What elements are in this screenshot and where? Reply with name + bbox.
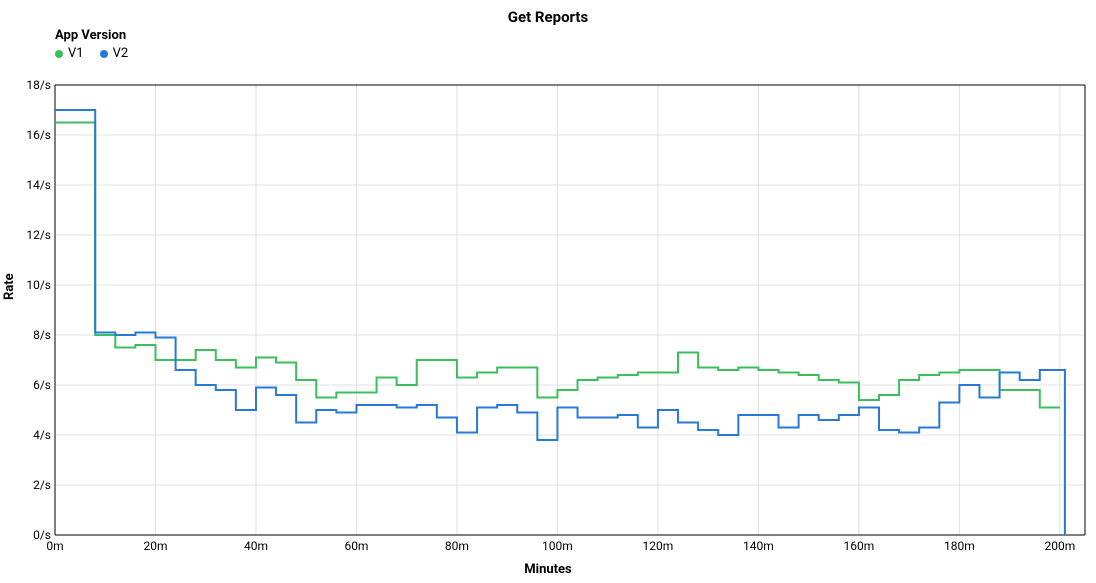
y-tick-label: 16/s — [26, 128, 51, 142]
chart-plot — [0, 0, 1096, 583]
chart-container: Get Reports App Version V1 V2 Rate Minut… — [0, 0, 1096, 583]
y-tick-label: 2/s — [33, 478, 51, 492]
y-tick-label: 10/s — [26, 278, 51, 292]
series-v2 — [55, 110, 1065, 535]
x-tick-label: 120m — [643, 539, 674, 553]
x-tick-label: 0m — [46, 539, 63, 553]
y-tick-label: 8/s — [33, 328, 51, 342]
x-tick-label: 20m — [143, 539, 167, 553]
x-tick-label: 60m — [344, 539, 368, 553]
x-tick-label: 160m — [844, 539, 875, 553]
x-tick-label: 80m — [445, 539, 469, 553]
x-tick-label: 40m — [244, 539, 268, 553]
y-tick-label: 18/s — [26, 78, 51, 92]
y-tick-label: 6/s — [33, 378, 51, 392]
x-tick-label: 200m — [1044, 539, 1075, 553]
y-tick-label: 4/s — [33, 428, 51, 442]
x-tick-label: 100m — [542, 539, 573, 553]
y-tick-label: 12/s — [26, 228, 51, 242]
x-tick-label: 180m — [944, 539, 975, 553]
x-tick-label: 140m — [743, 539, 774, 553]
y-tick-label: 14/s — [26, 178, 51, 192]
